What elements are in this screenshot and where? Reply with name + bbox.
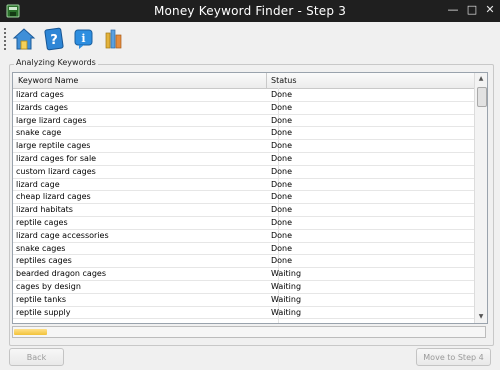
status-cell: Done <box>271 102 293 112</box>
keyword-cell: reptiles cages <box>16 256 72 266</box>
progress-fill <box>14 329 47 335</box>
keyword-cell: cages by design <box>16 281 81 291</box>
table-row[interactable]: lizard cage accessories Done <box>13 230 474 243</box>
status-cell: Done <box>271 205 293 215</box>
status-cell: Done <box>271 243 293 253</box>
toolbar-grip[interactable] <box>4 28 8 50</box>
status-cell: Waiting <box>271 307 302 317</box>
back-button[interactable]: Back <box>9 348 64 366</box>
keyword-cell: reptile supply <box>16 307 71 317</box>
table-body: lizard cages Done lizards cages Done large l… <box>13 89 474 320</box>
keyword-cell: snake cage <box>16 128 62 138</box>
table-row[interactable]: lizard habitats Done <box>13 204 474 217</box>
keyword-cell: lizard habitats <box>16 205 73 215</box>
keyword-cell: snake cages <box>16 243 66 253</box>
svg-text:?: ? <box>50 33 58 48</box>
table-row[interactable]: snake cage Done <box>13 127 474 141</box>
close-button[interactable]: ✕ <box>483 3 497 17</box>
table-row[interactable]: reptile supply Waiting <box>13 307 474 320</box>
keyword-cell: bearded dragon cages <box>16 269 106 279</box>
status-cell: Done <box>271 141 293 151</box>
keyword-cell: large reptile cages <box>16 141 91 151</box>
keyword-cell: custom lizard cages <box>16 166 96 176</box>
status-cell: Done <box>271 128 293 138</box>
maximize-button[interactable]: □ <box>465 3 479 17</box>
minimize-button[interactable]: — <box>446 3 460 17</box>
keyword-cell: lizard cages <box>16 90 64 99</box>
table-row[interactable]: reptile cages Done <box>13 217 474 230</box>
toolbar: ? i <box>0 22 500 56</box>
window-title: Money Keyword Finder - Step 3 <box>153 4 347 18</box>
table-row[interactable]: lizards cages Done <box>13 102 474 115</box>
status-cell: Done <box>271 90 293 99</box>
table-row[interactable]: large lizard cages Done <box>13 115 474 128</box>
status-cell: Done <box>271 115 293 125</box>
keyword-cell: lizard cages for sale <box>16 153 97 163</box>
keyword-cell: large lizard cages <box>16 115 87 125</box>
column-header-keyword[interactable]: Keyword Name <box>13 73 266 88</box>
keyword-cell: lizards cages <box>16 102 68 112</box>
status-cell: Done <box>271 230 293 240</box>
table-row[interactable]: lizard cages Done <box>13 89 474 102</box>
group-label: Analyzing Keywords <box>14 58 98 67</box>
info-icon[interactable]: i <box>72 27 96 51</box>
vertical-scrollbar[interactable]: ▲ ▼ <box>474 73 487 323</box>
table-row[interactable]: large reptile cages Done <box>13 140 474 153</box>
scroll-thumb[interactable] <box>477 87 487 107</box>
keyword-cell: reptile cages <box>16 217 68 227</box>
status-cell: Done <box>271 166 293 176</box>
status-cell: Done <box>271 192 293 202</box>
svg-text:i: i <box>81 32 85 45</box>
status-cell: Done <box>271 179 293 189</box>
table-row[interactable]: lizard cages for sale Done <box>13 153 474 166</box>
table-row[interactable]: cages by design Waiting <box>13 281 474 294</box>
table-row[interactable]: snake cages Done <box>13 243 474 256</box>
table-row[interactable]: reptile tanks Waiting <box>13 294 474 307</box>
help-book-icon[interactable]: ? <box>42 27 66 51</box>
status-cell: Waiting <box>271 294 302 304</box>
status-cell: Done <box>271 256 293 266</box>
move-to-step-4-button[interactable]: Move to Step 4 <box>416 348 491 366</box>
status-cell: Waiting <box>271 281 302 291</box>
keyword-cell: reptile tanks <box>16 294 67 304</box>
status-cell: Done <box>271 153 293 163</box>
table-row[interactable]: lizard cage Done <box>13 179 474 192</box>
home-icon[interactable] <box>12 27 36 51</box>
title-bar: Money Keyword Finder - Step 3 — □ ✕ <box>0 0 500 22</box>
books-icon[interactable] <box>102 27 126 51</box>
table-row[interactable]: bearded dragon cages Waiting <box>13 268 474 281</box>
status-cell: Waiting <box>271 269 302 279</box>
keyword-cell: lizard cage <box>16 179 60 189</box>
table-header: Keyword Name Status <box>13 73 474 89</box>
scroll-down-icon[interactable]: ▼ <box>475 311 487 323</box>
table-row[interactable]: reptiles cages Done <box>13 255 474 269</box>
keyword-table[interactable]: Keyword Name Status lizard cages Done liza… <box>12 72 488 324</box>
progress-bar <box>12 326 486 338</box>
column-header-status[interactable]: Status <box>266 73 474 88</box>
scroll-up-icon[interactable]: ▲ <box>475 73 487 85</box>
status-cell: Done <box>271 217 293 227</box>
keyword-cell: lizard cage accessories <box>16 230 109 240</box>
table-row[interactable]: cheap lizard cages Done <box>13 191 474 205</box>
table-row[interactable]: custom lizard cages Done <box>13 166 474 179</box>
keyword-cell: cheap lizard cages <box>16 192 91 202</box>
